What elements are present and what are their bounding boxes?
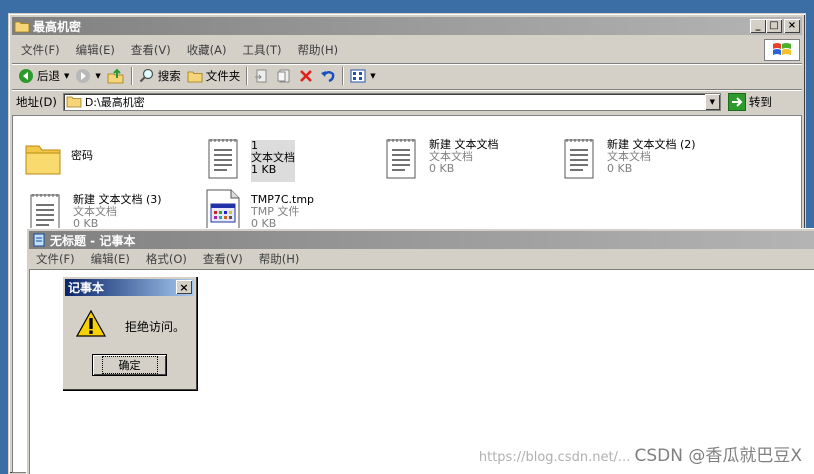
undo-icon (321, 70, 335, 82)
menu-favorites[interactable]: 收藏(A) (179, 42, 235, 58)
dialog-message: 拒绝访问。 (125, 320, 186, 334)
copy-to-button[interactable] (273, 66, 295, 86)
copy-to-icon (277, 69, 290, 82)
list-item[interactable]: 新建 文本文档 文本文档 0 KB (381, 136, 499, 182)
up-folder-icon (107, 68, 124, 83)
notepad-menu-bar: 文件(F) 编辑(E) 格式(O) 查看(V) 帮助(H) (28, 249, 307, 268)
error-dialog: 记事本 × 拒绝访问。 确定 (62, 276, 197, 390)
np-menu-edit[interactable]: 编辑(E) (83, 251, 138, 267)
notepad-icon (33, 233, 45, 247)
move-to-button[interactable] (251, 66, 273, 86)
menu-edit[interactable]: 编辑(E) (68, 42, 123, 58)
notepad-title: 无标题 - 记事本 (50, 233, 136, 248)
go-arrow-icon (727, 92, 746, 111)
search-icon (139, 68, 153, 82)
delete-button[interactable] (295, 66, 317, 86)
address-value: D:\最高机密 (84, 95, 145, 109)
views-button[interactable]: ▼ (347, 66, 378, 86)
np-menu-file[interactable]: 文件(F) (28, 251, 83, 267)
file-size: 0 KB (429, 162, 455, 175)
forward-dropdown-icon[interactable]: ▼ (95, 72, 100, 80)
forward-button[interactable]: ▼ (72, 66, 103, 86)
address-label: 地址(D) (16, 94, 57, 109)
dialog-title-bar[interactable]: 记事本 × (65, 279, 194, 296)
search-label: 搜索 (157, 68, 181, 83)
move-to-icon (255, 69, 267, 82)
ok-button[interactable]: 确定 (92, 354, 167, 376)
menu-view[interactable]: 查看(V) (123, 42, 179, 58)
list-item[interactable]: 密码 (23, 136, 93, 182)
np-menu-help[interactable]: 帮助(H) (251, 251, 308, 267)
watermark-faint: https://blog.csdn.net/... (478, 450, 631, 465)
back-dropdown-icon[interactable]: ▼ (64, 72, 69, 80)
go-label: 转到 (748, 94, 772, 109)
forward-arrow-icon (76, 68, 91, 83)
warning-icon (76, 309, 106, 337)
file-size: 0 KB (607, 162, 633, 175)
address-dropdown-button[interactable]: ▼ (704, 93, 720, 110)
toolbar-separator (130, 66, 133, 85)
go-button[interactable]: 转到 (727, 92, 772, 111)
np-menu-format[interactable]: 格式(O) (138, 251, 195, 267)
file-size: 1 KB (251, 163, 277, 176)
explorer-toolbar: 后退 ▼ ▼ 搜索 文件夹 ▼ (12, 63, 802, 87)
close-button[interactable]: × (784, 19, 800, 33)
up-folder-button[interactable] (104, 66, 128, 86)
text-document-icon (386, 139, 416, 179)
folder-icon (25, 145, 61, 175)
back-arrow-icon (19, 68, 33, 83)
np-menu-view[interactable]: 查看(V) (195, 251, 251, 267)
views-grid-icon (350, 69, 366, 82)
explorer-title: 最高机密 (33, 19, 82, 34)
text-document-icon (208, 139, 238, 179)
list-item[interactable]: 1 文本文档 1 KB (203, 136, 295, 182)
menu-tools[interactable]: 工具(T) (235, 42, 290, 58)
windows-flag-icon (773, 43, 791, 55)
menu-help[interactable]: 帮助(H) (290, 42, 347, 58)
windows-logo (764, 39, 800, 61)
minimize-button[interactable]: _ (750, 19, 766, 33)
folders-label: 文件夹 (205, 68, 241, 83)
explorer-menu-bar: 文件(F) 编辑(E) 查看(V) 收藏(A) 工具(T) 帮助(H) (13, 40, 346, 59)
folders-icon (187, 71, 203, 82)
ok-label: 确定 (101, 356, 158, 374)
list-item[interactable]: 新建 文本文档 (2) 文本文档 0 KB (559, 136, 696, 182)
dialog-close-button[interactable]: × (176, 280, 192, 294)
back-button[interactable]: 后退 ▼ (15, 66, 72, 86)
views-dropdown-icon[interactable]: ▼ (370, 72, 375, 80)
folder-icon (66, 96, 82, 108)
notepad-title-bar[interactable]: 无标题 - 记事本 (29, 231, 814, 249)
folders-button[interactable]: 文件夹 (184, 66, 244, 86)
file-name: 密码 (71, 149, 93, 162)
delete-x-icon (300, 69, 313, 82)
menu-file[interactable]: 文件(F) (13, 42, 68, 58)
toolbar-separator (342, 66, 345, 85)
maximize-button[interactable]: □ (766, 19, 782, 33)
text-document-icon (564, 139, 594, 179)
address-bar: 地址(D) D:\最高机密 ▼ 转到 (12, 89, 802, 113)
watermark: https://blog.csdn.net/... CSDN @香瓜就巴豆X (479, 441, 802, 466)
toolbar-separator (246, 66, 249, 85)
folder-icon (14, 21, 30, 33)
address-input[interactable]: D:\最高机密 (62, 92, 721, 111)
undo-button[interactable] (317, 66, 339, 86)
dialog-title: 记事本 (68, 281, 105, 295)
search-button[interactable]: 搜索 (136, 66, 184, 86)
back-label: 后退 (37, 68, 60, 83)
watermark-text: CSDN @香瓜就巴豆X (634, 446, 802, 466)
explorer-title-bar[interactable]: 最高机密 _ □ × (12, 17, 802, 35)
